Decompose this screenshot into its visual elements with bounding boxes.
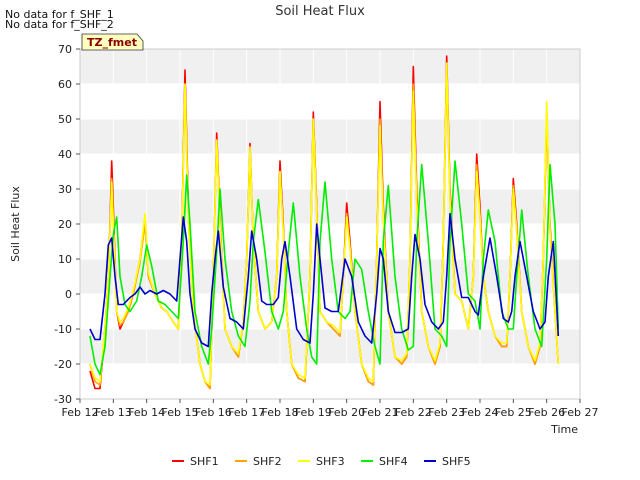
y-tick-label: 0 bbox=[65, 288, 72, 301]
legend-label-shf1: SHF1 bbox=[190, 455, 219, 468]
y-tick-label: 20 bbox=[58, 218, 72, 231]
y-tick-label: 70 bbox=[58, 43, 72, 56]
x-tick-label: Feb 16 bbox=[195, 406, 232, 419]
x-tick-label: Feb 12 bbox=[62, 406, 99, 419]
soil-heat-flux-chart: Soil Heat Flux No data for f_SHF_1 No da… bbox=[5, 4, 599, 468]
y-tick-label: -30 bbox=[54, 393, 72, 406]
x-tick-label: Feb 15 bbox=[162, 406, 199, 419]
y-tick-label: 40 bbox=[58, 148, 72, 161]
y-axis-ticks: -30 -20 -10 0 10 20 30 40 50 60 70 bbox=[54, 43, 80, 406]
x-tick-label: Feb 22 bbox=[395, 406, 432, 419]
y-tick-label: 30 bbox=[58, 183, 72, 196]
tz-badge: TZ_fmet bbox=[81, 33, 144, 51]
x-tick-label: Feb 19 bbox=[295, 406, 332, 419]
x-tick-label: Feb 21 bbox=[362, 406, 399, 419]
y-tick-label: 10 bbox=[58, 253, 72, 266]
x-axis-ticks: Feb 12Feb 13Feb 14Feb 15Feb 16Feb 17Feb … bbox=[62, 399, 599, 419]
x-tick-label: Feb 25 bbox=[495, 406, 532, 419]
x-tick-label: Feb 17 bbox=[228, 406, 265, 419]
x-tick-label: Feb 18 bbox=[262, 406, 299, 419]
x-tick-label: Feb 23 bbox=[428, 406, 465, 419]
no-data-note-2: No data for f_SHF_2 bbox=[5, 18, 114, 31]
y-axis-label: Soil Heat Flux bbox=[9, 186, 22, 262]
y-tick-label: -10 bbox=[54, 323, 72, 336]
legend-label-shf3: SHF3 bbox=[316, 455, 345, 468]
plot-band bbox=[80, 49, 580, 84]
legend-label-shf2: SHF2 bbox=[253, 455, 282, 468]
y-tick-label: 60 bbox=[58, 78, 72, 91]
x-tick-label: Feb 13 bbox=[95, 406, 132, 419]
x-tick-label: Feb 27 bbox=[562, 406, 599, 419]
legend-label-shf4: SHF4 bbox=[379, 455, 408, 468]
x-tick-label: Feb 24 bbox=[462, 406, 499, 419]
x-tick-label: Feb 14 bbox=[128, 406, 165, 419]
legend-label-shf5: SHF5 bbox=[442, 455, 471, 468]
plot-band bbox=[80, 259, 580, 294]
x-tick-label: Feb 26 bbox=[528, 406, 565, 419]
x-tick-label: Feb 20 bbox=[328, 406, 365, 419]
legend: SHF1 SHF2 SHF3 SHF4 SHF5 bbox=[172, 455, 471, 468]
chart-title: Soil Heat Flux bbox=[275, 4, 365, 19]
plot-band bbox=[80, 189, 580, 224]
y-tick-label: -20 bbox=[54, 358, 72, 371]
y-tick-label: 50 bbox=[58, 113, 72, 126]
plot-band bbox=[80, 119, 580, 154]
x-axis-label: Time bbox=[550, 423, 578, 436]
tz-badge-label: TZ_fmet bbox=[87, 36, 137, 49]
